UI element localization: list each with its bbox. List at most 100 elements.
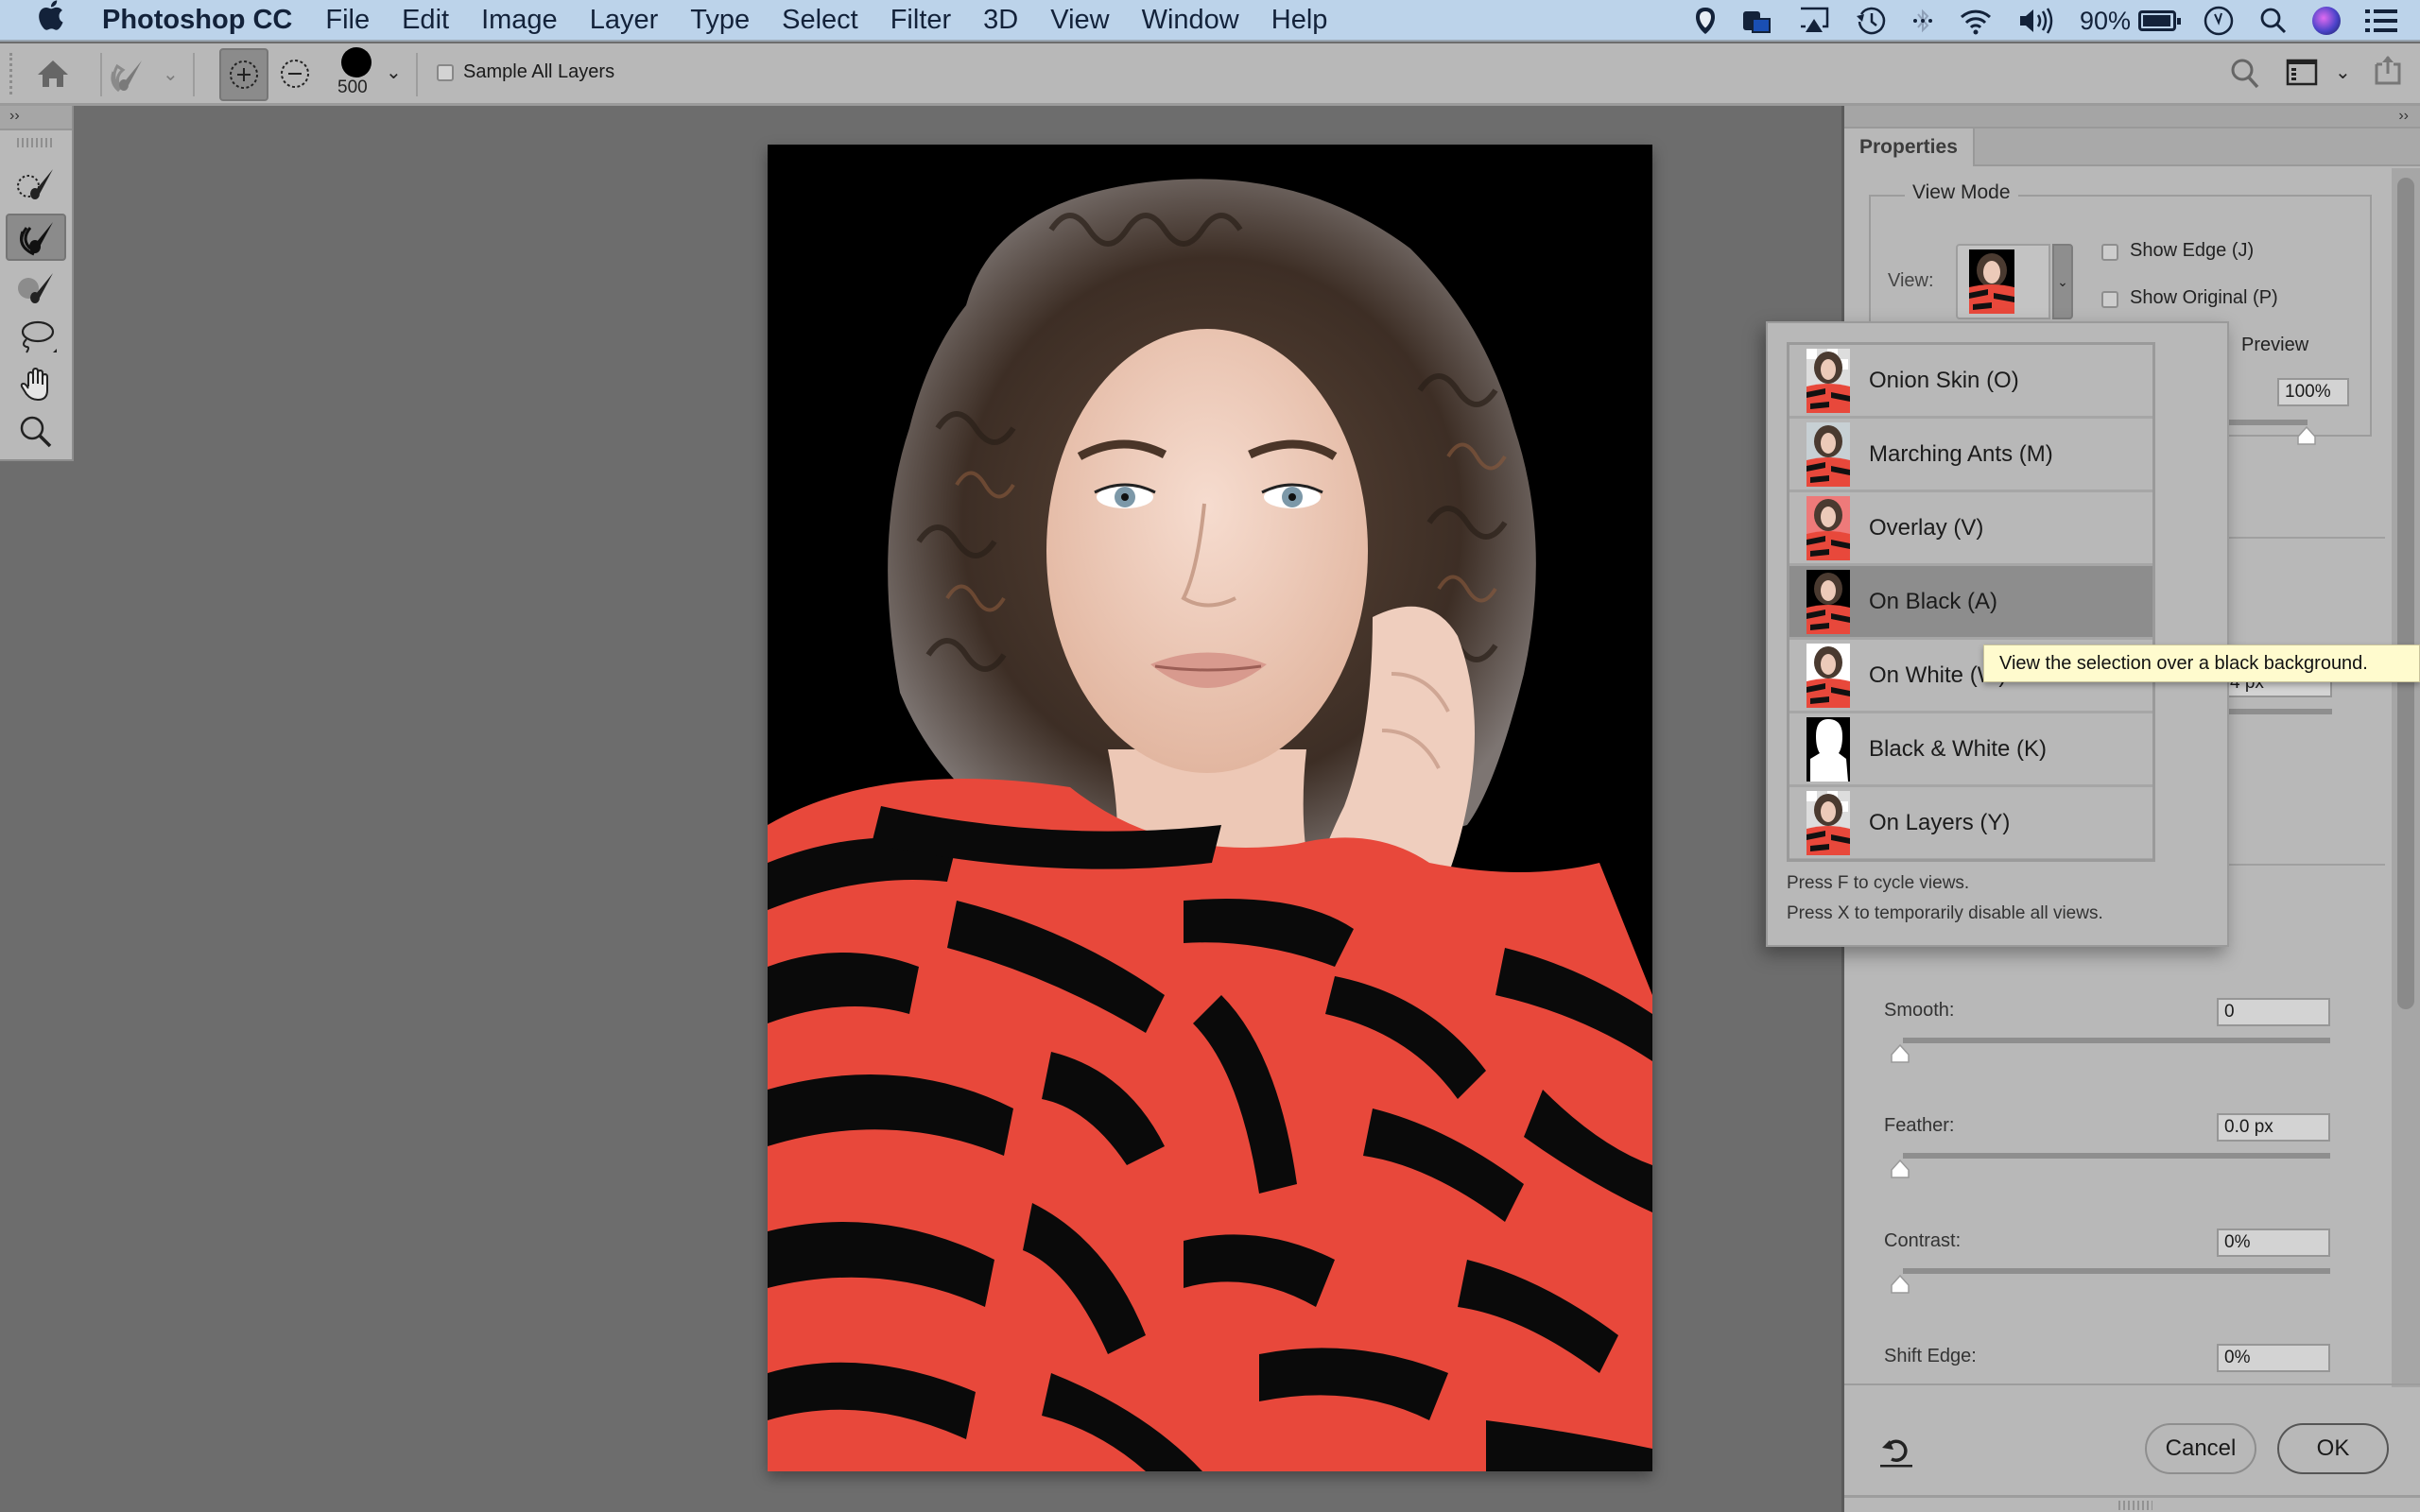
menu-edit[interactable]: Edit — [386, 5, 465, 36]
workspace-layout-icon[interactable] — [2286, 59, 2318, 92]
tab-properties[interactable]: Properties — [1844, 129, 1975, 166]
subtract-from-selection-button[interactable] — [276, 55, 314, 93]
menu-view[interactable]: View — [1034, 5, 1125, 36]
opacity-field[interactable]: 100% — [2277, 378, 2349, 406]
zoom-tool[interactable] — [6, 408, 66, 455]
menu-layer[interactable]: Layer — [574, 5, 675, 36]
menu-help[interactable]: Help — [1255, 5, 1344, 36]
shift-edge-label: Shift Edge: — [1884, 1346, 1977, 1366]
feather-field[interactable]: 0.0 px — [2217, 1113, 2330, 1142]
share-icon[interactable] — [2371, 53, 2405, 92]
show-edge-checkbox[interactable] — [2101, 244, 2118, 261]
smooth-field[interactable]: 0 — [2217, 998, 2330, 1026]
view-label: View: — [1888, 270, 1934, 291]
volume-icon[interactable] — [2017, 0, 2055, 42]
lasso-tool[interactable] — [6, 314, 66, 361]
menu-file[interactable]: File — [309, 5, 386, 36]
menu-type[interactable]: Type — [674, 5, 766, 36]
document-canvas[interactable] — [76, 106, 1841, 1512]
brush-tool[interactable] — [6, 265, 66, 312]
chevron-down-icon: ⌄ — [2057, 273, 2068, 289]
tool-preset-brush-icon[interactable] — [108, 57, 147, 94]
document-image[interactable] — [768, 145, 1652, 1471]
tools-panel: ›› — [0, 106, 74, 461]
view-option-label: Marching Ants (M) — [1869, 440, 2053, 467]
contrast-slider-knob[interactable] — [1890, 1274, 1910, 1295]
search-icon[interactable] — [2229, 57, 2261, 95]
home-icon[interactable] — [34, 55, 72, 93]
menu-image[interactable]: Image — [465, 5, 574, 36]
view-option-label: On Layers (Y) — [1869, 809, 2011, 835]
tooltip: View the selection over a black backgrou… — [1983, 644, 2420, 682]
show-edge-label[interactable]: Show Edge (J) — [2130, 240, 2254, 262]
sample-all-layers-checkbox[interactable] — [437, 64, 454, 81]
tool-options-bar: ⌄ 500 ⌄ Sample All Layers ⌄ — [0, 43, 2420, 106]
contrast-slider-track[interactable] — [1903, 1268, 2330, 1274]
options-bar-grip[interactable] — [9, 53, 13, 94]
spotlight-search-icon[interactable] — [2259, 0, 2288, 42]
toolbox-grip[interactable] — [17, 138, 55, 147]
view-option-onion-skin[interactable]: Onion Skin (O) — [1789, 345, 2152, 416]
photo-agent-icon[interactable] — [1741, 0, 1773, 42]
shield-icon[interactable] — [1694, 0, 1717, 42]
onion-skin-thumbnail — [1806, 348, 1850, 413]
battery-icon[interactable] — [2138, 10, 2181, 31]
tool-preset-chevron-icon[interactable]: ⌄ — [163, 62, 179, 86]
sample-all-layers-label[interactable]: Sample All Layers — [463, 61, 614, 83]
time-machine-icon[interactable] — [1855, 0, 1887, 42]
app-name-menu[interactable]: Photoshop CC — [102, 5, 292, 36]
refine-edge-brush-icon — [20, 222, 53, 256]
ok-button[interactable]: OK — [2277, 1423, 2389, 1474]
toolbox-collapse-button[interactable]: ›› — [0, 106, 72, 130]
smooth-slider-knob[interactable] — [1890, 1043, 1910, 1064]
panel-tabs: Properties — [1844, 129, 2420, 166]
menu-select[interactable]: Select — [766, 5, 874, 36]
feather-slider-track[interactable] — [1903, 1153, 2330, 1159]
menu-filter[interactable]: Filter — [874, 5, 967, 36]
menu-window[interactable]: Window — [1126, 5, 1255, 36]
wifi-icon[interactable] — [1959, 0, 1993, 42]
view-mode-dropdown-button[interactable]: ⌄ — [2052, 244, 2073, 319]
view-option-overlay[interactable]: Overlay (V) — [1789, 492, 2152, 563]
bluetooth-icon[interactable] — [1911, 0, 1934, 42]
panel-scrollbar[interactable] — [2392, 168, 2420, 1387]
cancel-button[interactable]: Cancel — [2145, 1423, 2256, 1474]
panel-resize-grip[interactable] — [1844, 1495, 2420, 1512]
on-black-thumbnail — [1806, 569, 1850, 634]
view-option-marching-ants[interactable]: Marching Ants (M) — [1789, 419, 2152, 490]
refine-edge-brush-tool[interactable] — [6, 214, 66, 261]
siri-icon[interactable] — [2312, 7, 2341, 35]
clock-icon[interactable] — [2203, 0, 2235, 42]
view-option-black-white[interactable]: Black & White (K) — [1789, 713, 2152, 784]
view-mode-thumbnail[interactable] — [1956, 244, 2050, 319]
add-to-selection-button[interactable] — [219, 48, 268, 101]
menu-3d[interactable]: 3D — [967, 5, 1034, 36]
contrast-field[interactable]: 0% — [2217, 1228, 2330, 1257]
apple-menu-icon[interactable] — [36, 0, 74, 42]
view-option-on-black[interactable]: On Black (A) — [1789, 566, 2152, 637]
view-option-on-layers[interactable]: On Layers (Y) — [1789, 787, 2152, 858]
reset-icon[interactable] — [1880, 1435, 1912, 1469]
brush-picker-chevron-icon[interactable]: ⌄ — [386, 60, 402, 84]
portrait-photo — [768, 145, 1652, 1471]
workspace-chevron-icon[interactable]: ⌄ — [2335, 60, 2351, 84]
notification-center-icon[interactable] — [2365, 0, 2397, 42]
hand-tool[interactable] — [6, 361, 66, 408]
scrollbar-thumb[interactable] — [2397, 178, 2414, 1009]
show-original-checkbox[interactable] — [2101, 291, 2118, 308]
shift-edge-field[interactable]: 0% — [2217, 1344, 2330, 1372]
high-quality-preview-label[interactable]: Preview — [2241, 335, 2308, 356]
brush-size-value[interactable]: 500 — [337, 77, 368, 98]
cycle-views-hint: Press F to cycle views. — [1787, 873, 1970, 893]
airplay-icon[interactable] — [1798, 0, 1830, 42]
feather-slider-knob[interactable] — [1890, 1159, 1910, 1179]
smooth-slider-track[interactable] — [1903, 1038, 2330, 1043]
overlay-thumbnail — [1806, 495, 1850, 560]
show-original-label[interactable]: Show Original (P) — [2130, 287, 2278, 309]
quick-selection-tool[interactable] — [6, 161, 66, 208]
brush-size-preview-icon[interactable] — [341, 47, 372, 77]
lasso-icon — [21, 320, 57, 353]
opacity-slider-knob[interactable] — [2296, 425, 2317, 446]
view-option-label: Overlay (V) — [1869, 514, 1984, 541]
panel-collapse-button[interactable]: ›› — [1844, 106, 2420, 129]
